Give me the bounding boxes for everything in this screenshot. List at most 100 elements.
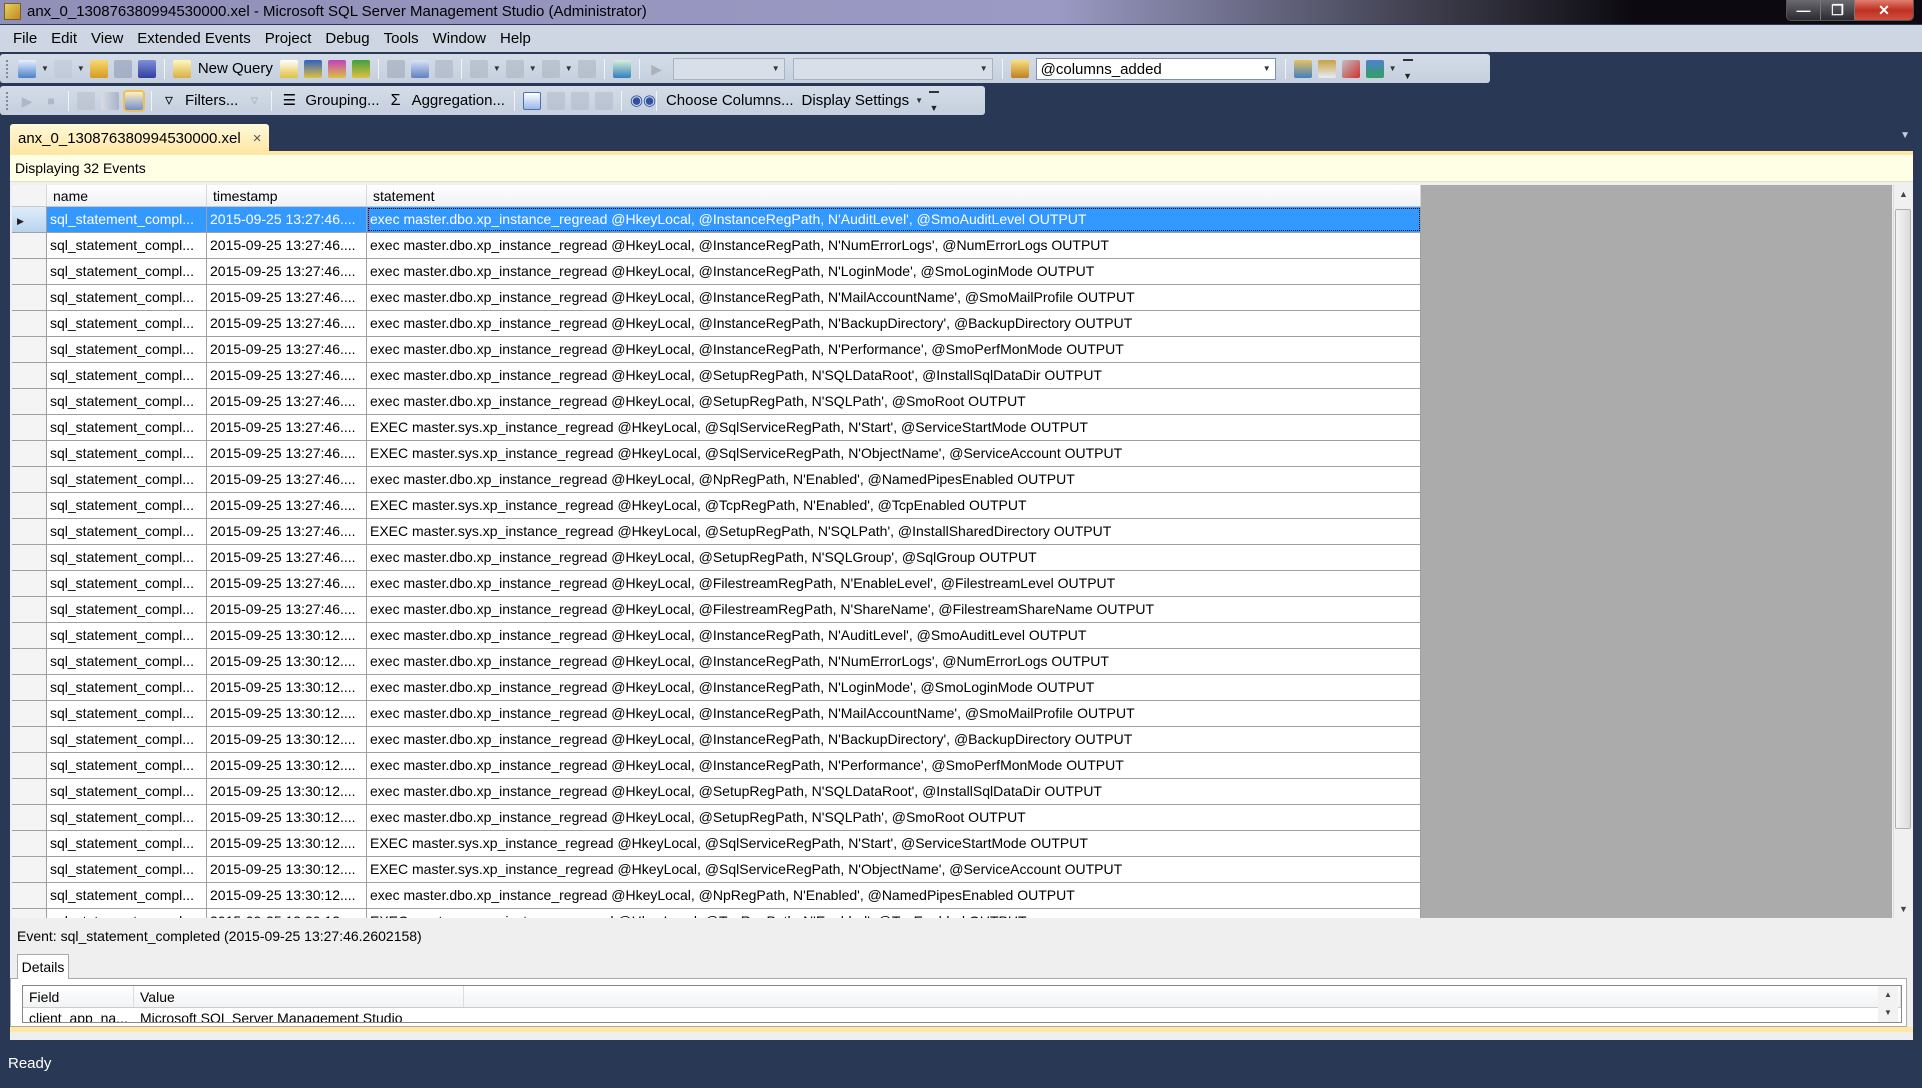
scrollbar-thumb[interactable] <box>1895 209 1911 829</box>
table-row[interactable]: sql_statement_compl...2015-09-25 13:30:1… <box>12 623 1421 649</box>
table-row[interactable]: sql_statement_compl...2015-09-25 13:30:1… <box>12 805 1421 831</box>
scroll-up-icon[interactable]: ▲ <box>1878 986 1898 1004</box>
table-row[interactable]: sql_statement_compl...2015-09-25 13:30:1… <box>12 779 1421 805</box>
column-header-name[interactable]: name <box>47 185 207 206</box>
row-header[interactable] <box>12 467 47 492</box>
undo-icon[interactable] <box>469 59 488 78</box>
xmla-query-icon[interactable] <box>351 59 370 78</box>
previous-bookmark-icon[interactable] <box>546 91 565 110</box>
table-row[interactable]: sql_statement_compl...2015-09-25 13:30:1… <box>12 857 1421 883</box>
column-header-statement[interactable]: statement <box>367 185 1421 206</box>
menu-edit[interactable]: Edit <box>44 25 84 52</box>
find-in-files-icon[interactable] <box>1010 59 1029 78</box>
row-header[interactable] <box>12 675 47 700</box>
chevron-down-icon[interactable]: ▼ <box>77 64 85 73</box>
table-row[interactable]: sql_statement_compl... 2015-09-25 13:27:4… <box>12 571 1421 597</box>
paste-icon[interactable] <box>434 59 453 78</box>
menu-tools[interactable]: Tools <box>377 25 426 52</box>
next-bookmark-icon[interactable] <box>570 91 589 110</box>
close-icon[interactable]: × <box>253 130 262 147</box>
row-header[interactable] <box>12 363 47 388</box>
copy-icon[interactable] <box>410 59 429 78</box>
row-header[interactable] <box>12 909 47 918</box>
row-header[interactable] <box>12 259 47 284</box>
find-combo[interactable]: @columns_added ▼ <box>1035 57 1276 80</box>
database-engine-query-icon[interactable] <box>279 59 298 78</box>
dmx-query-icon[interactable] <box>327 59 346 78</box>
scroll-down-icon[interactable]: ▼ <box>1894 900 1913 918</box>
table-row[interactable]: sql_statement_compl...2015-09-25 13:30:1… <box>12 701 1421 727</box>
mdx-query-icon[interactable] <box>303 59 322 78</box>
table-row[interactable]: sql_statement_compl... 2015-09-25 13:27:4… <box>12 311 1421 337</box>
table-row[interactable]: sql_statement_compl...2015-09-25 13:30:1… <box>12 831 1421 857</box>
solution-config-combo[interactable]: ▼ <box>672 57 785 80</box>
start-data-feed-icon[interactable]: ▶ <box>18 92 36 110</box>
table-row[interactable]: sql_statement_compl... 2015-09-25 13:27:4… <box>12 259 1421 285</box>
chevron-down-icon[interactable]: ▼ <box>529 64 537 73</box>
row-header[interactable] <box>12 233 47 258</box>
row-header[interactable]: ▶ <box>12 207 47 232</box>
row-header[interactable] <box>12 415 47 440</box>
details-scrollbar[interactable]: ▲ ▼ <box>1878 986 1898 1022</box>
minimize-icon[interactable]: — <box>1787 0 1821 20</box>
menu-extended-events[interactable]: Extended Events <box>130 25 257 52</box>
tab-dropdown-icon[interactable]: ▼ <box>1900 130 1910 141</box>
solution-platform-combo[interactable]: ▼ <box>792 57 993 80</box>
scroll-up-icon[interactable]: ▲ <box>1894 185 1913 203</box>
grouping-button[interactable]: Grouping... <box>301 92 383 109</box>
show-details-pane-icon[interactable] <box>101 91 119 110</box>
table-row[interactable]: ▶ sql_statement_compl... 2015-09-25 13:27:… <box>12 207 1421 233</box>
display-settings-button[interactable]: Display Settings <box>798 92 914 109</box>
bookmark-icon[interactable] <box>522 91 541 110</box>
table-row[interactable]: sql_statement_compl... 2015-09-25 13:27:4… <box>12 389 1421 415</box>
toolbar-overflow-icon[interactable]: ▼ <box>929 90 940 113</box>
activity-monitor-icon[interactable] <box>612 59 631 78</box>
table-row[interactable]: sql_statement_compl...2015-09-25 13:30:1… <box>12 909 1421 918</box>
menu-debug[interactable]: Debug <box>318 25 376 52</box>
restore-icon[interactable]: ❐ <box>1821 0 1855 20</box>
redo-icon[interactable] <box>505 59 524 78</box>
new-query-button[interactable]: New Query <box>194 60 277 77</box>
properties-tools-icon[interactable] <box>1341 59 1360 78</box>
toolbar-overflow-icon[interactable]: ▼ <box>1402 58 1413 81</box>
row-header[interactable] <box>12 337 47 362</box>
clear-filter-icon[interactable]: ▿ <box>245 92 263 110</box>
table-row[interactable]: sql_statement_compl... 2015-09-25 13:27:4… <box>12 285 1421 311</box>
table-row[interactable]: sql_statement_compl... 2015-09-25 13:27:4… <box>12 519 1421 545</box>
cut-icon[interactable] <box>386 59 405 78</box>
aggregation-button[interactable]: Aggregation... <box>408 92 509 109</box>
row-header[interactable] <box>12 493 47 518</box>
toolbar-grip[interactable] <box>6 59 9 78</box>
table-row[interactable]: sql_statement_compl... 2015-09-25 13:27:4… <box>12 545 1421 571</box>
row-header[interactable] <box>12 597 47 622</box>
chevron-down-icon[interactable]: ▼ <box>493 64 501 73</box>
open-folder-icon[interactable] <box>89 59 108 78</box>
clear-data-icon[interactable] <box>77 91 95 110</box>
tab-details[interactable]: Details <box>17 954 69 979</box>
row-header[interactable] <box>12 389 47 414</box>
add-item-icon[interactable] <box>53 59 72 78</box>
start-debugging-icon[interactable]: ▶ <box>648 60 666 78</box>
row-header[interactable] <box>12 883 47 908</box>
registered-servers-icon[interactable] <box>1317 59 1336 78</box>
menu-help[interactable]: Help <box>493 25 538 52</box>
grid-vertical-scrollbar[interactable]: ▲ ▼ <box>1893 185 1912 918</box>
row-header[interactable] <box>12 441 47 466</box>
menu-window[interactable]: Window <box>426 25 493 52</box>
filters-button[interactable]: Filters... <box>181 92 242 109</box>
row-header[interactable] <box>12 519 47 544</box>
table-row[interactable]: sql_statement_compl... 2015-09-25 13:27:4… <box>12 597 1421 623</box>
table-row[interactable]: sql_statement_compl... 2015-09-25 13:27:4… <box>12 493 1421 519</box>
choose-columns-button[interactable]: Choose Columns... <box>662 92 798 109</box>
menu-view[interactable]: View <box>84 25 130 52</box>
scroll-down-icon[interactable]: ▼ <box>1878 1004 1898 1022</box>
row-header[interactable] <box>12 753 47 778</box>
table-row[interactable]: sql_statement_compl... 2015-09-25 13:27:4… <box>12 441 1421 467</box>
navigate-forward-icon[interactable] <box>577 59 596 78</box>
stop-data-feed-icon[interactable]: ■ <box>42 92 60 110</box>
table-row[interactable]: sql_statement_compl...2015-09-25 13:30:1… <box>12 649 1421 675</box>
column-header-field[interactable]: Field <box>23 986 134 1007</box>
table-row[interactable]: sql_statement_compl...2015-09-25 13:30:1… <box>12 727 1421 753</box>
row-header[interactable] <box>12 623 47 648</box>
chevron-down-icon[interactable]: ▼ <box>41 64 49 73</box>
